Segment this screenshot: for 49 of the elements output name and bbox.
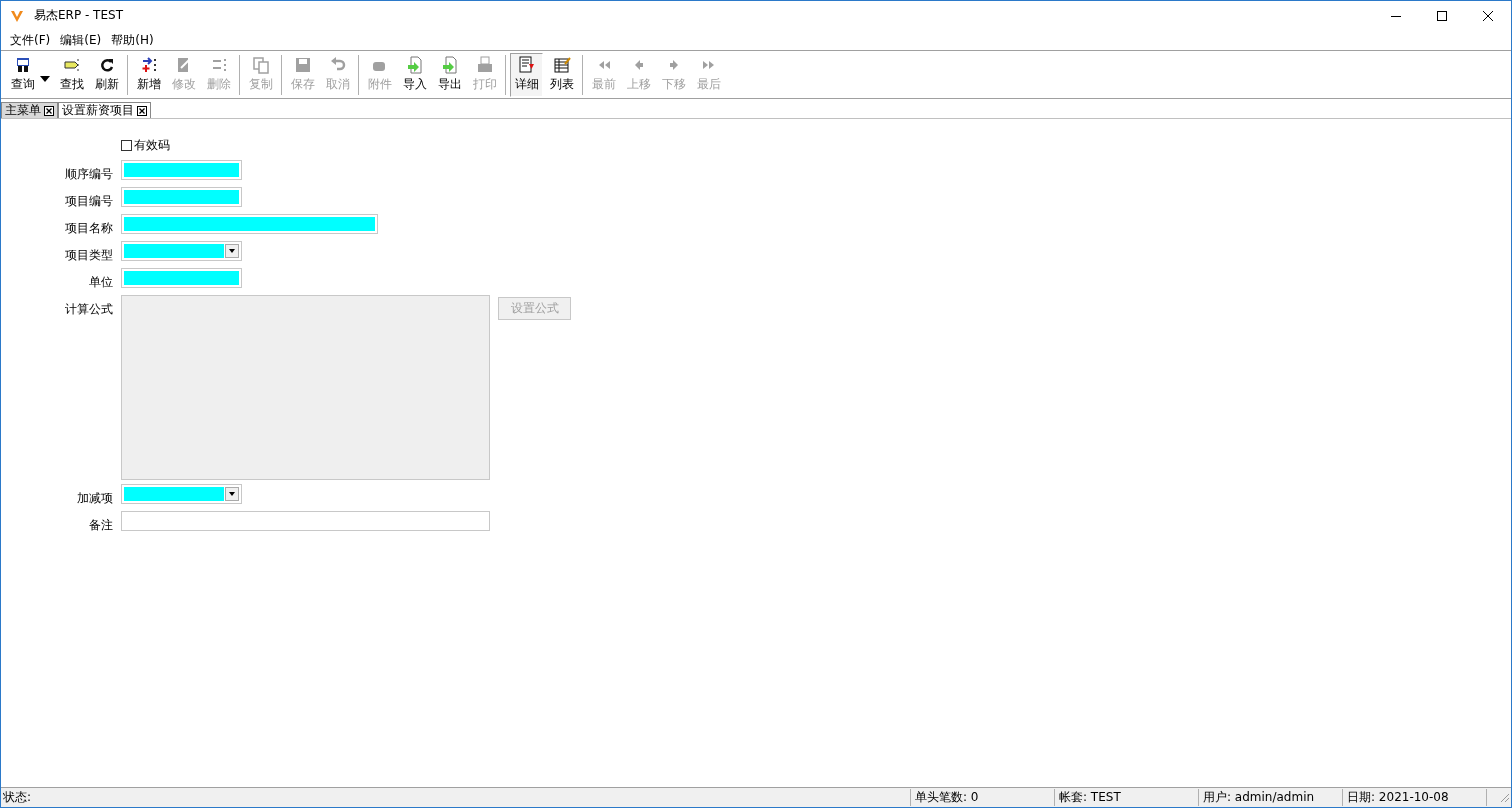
input-field[interactable] <box>121 187 242 207</box>
menu-item[interactable]: 帮助(H) <box>108 31 157 49</box>
status-text: 日期: 2021-10-08 <box>1343 789 1487 806</box>
status-text: 用户: admin/admin <box>1199 789 1343 806</box>
detail-form-icon[interactable] <box>517 55 536 74</box>
input-field[interactable] <box>121 160 242 180</box>
dropdown-caret-icon[interactable] <box>40 75 50 82</box>
checkbox-label: 有效码 <box>134 137 170 154</box>
maximize-icon[interactable] <box>1436 9 1448 22</box>
tab[interactable]: 主菜单 <box>1 102 58 118</box>
input-field[interactable] <box>121 268 242 288</box>
toolbar-button[interactable]: 详细 <box>510 52 543 97</box>
toolbar-button[interactable]: 导入 <box>398 52 431 97</box>
logo-icon <box>10 8 24 23</box>
dropdown-caret-icon[interactable] <box>225 244 239 258</box>
close-icon[interactable] <box>1482 9 1494 22</box>
field-label: 项目编号 <box>64 193 113 210</box>
toolbar-button[interactable]: 查询 <box>6 52 39 97</box>
resize-grip-icon[interactable] <box>1500 792 1510 803</box>
menu-item[interactable]: 文件(F) <box>7 31 54 49</box>
status-text: 状态: <box>1 789 911 806</box>
remark-field[interactable] <box>121 511 490 531</box>
field-label: 单位 <box>88 274 113 291</box>
status-text: 单头笔数: 0 <box>911 789 1055 806</box>
export-icon[interactable] <box>440 55 459 74</box>
dropdown-caret-icon[interactable] <box>225 487 239 501</box>
dropdown-field[interactable] <box>121 484 242 504</box>
toolbar-button[interactable]: 列表 <box>545 52 578 97</box>
tab[interactable]: 设置薪资项目 <box>58 102 151 118</box>
list-table-icon[interactable] <box>552 55 571 74</box>
field-label: 顺序编号 <box>64 166 113 183</box>
checkbox[interactable] <box>121 140 132 151</box>
field-label: 加减项 <box>76 490 113 507</box>
menu-item[interactable]: 编辑(E) <box>57 31 105 49</box>
import-icon[interactable] <box>405 55 424 74</box>
field-label: 项目类型 <box>64 247 113 264</box>
dropdown-field[interactable] <box>121 241 242 261</box>
toolbar-button[interactable]: 查找 <box>55 52 88 97</box>
status-text: 帐套: TEST <box>1055 789 1199 806</box>
window-title: 易杰ERP - TEST <box>34 7 123 24</box>
toolbar-button[interactable]: 导出 <box>433 52 466 97</box>
field-label: 计算公式 <box>64 301 113 318</box>
toolbar-button[interactable]: 刷新 <box>90 52 123 97</box>
field-label: 项目名称 <box>64 220 113 237</box>
toolbar-button[interactable]: 新增 <box>132 52 165 97</box>
close-icon[interactable] <box>44 105 54 116</box>
field-label: 备注 <box>88 517 113 534</box>
close-icon[interactable] <box>137 105 147 116</box>
input-field[interactable] <box>121 214 378 234</box>
